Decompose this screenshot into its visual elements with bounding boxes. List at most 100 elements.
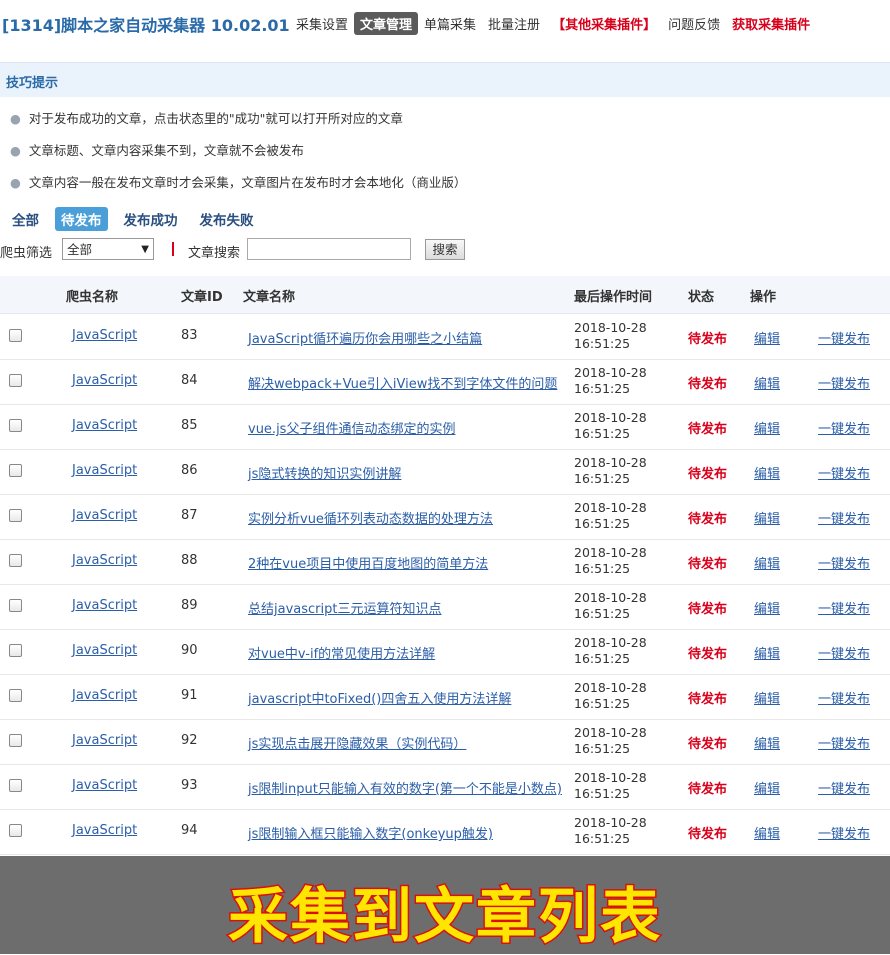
article-title-link[interactable]: 实例分析vue循环列表动态数据的处理方法	[248, 508, 493, 527]
table-row: JavaScript 92 js实现点击展开隐藏效果（实例代码） 2018-10…	[0, 719, 890, 765]
article-title-link[interactable]: js隐式转换的知识实例讲解	[248, 463, 401, 482]
status-badge: 待发布	[688, 737, 728, 752]
spider-link[interactable]: JavaScript	[72, 823, 137, 838]
nav-item-feedback[interactable]: 问题反馈	[662, 12, 726, 35]
publish-link[interactable]: 一键发布	[818, 463, 870, 482]
article-title-link[interactable]: 对vue中v-if的常见使用方法详解	[248, 643, 435, 662]
last-op-time: 2018-10-28 16:51:25	[574, 815, 647, 846]
table-row: JavaScript 88 2种在vue项目中使用百度地图的简单方法 2018-…	[0, 539, 890, 585]
col-status: 状态	[688, 290, 715, 305]
article-title-link[interactable]: js限制输入框只能输入数字(onkeyup触发)	[248, 823, 493, 842]
edit-link[interactable]: 编辑	[754, 688, 780, 707]
nav-item-single-collect[interactable]: 单篇采集	[418, 12, 482, 35]
row-checkbox[interactable]	[9, 419, 22, 432]
spider-link[interactable]: JavaScript	[72, 598, 137, 613]
publish-link[interactable]: 一键发布	[818, 598, 870, 617]
edit-link[interactable]: 编辑	[754, 373, 780, 392]
edit-link[interactable]: 编辑	[754, 598, 780, 617]
publish-link[interactable]: 一键发布	[818, 373, 870, 392]
bullet-icon: ●	[10, 111, 21, 126]
spider-link[interactable]: JavaScript	[72, 688, 137, 703]
article-title-link[interactable]: js限制input只能输入有效的数字(第一个不能是小数点)	[248, 778, 562, 797]
spider-link[interactable]: JavaScript	[72, 373, 137, 388]
nav-item-article-manage[interactable]: 文章管理	[354, 11, 419, 35]
publish-link[interactable]: 一键发布	[818, 823, 870, 842]
spider-link[interactable]: JavaScript	[72, 553, 137, 568]
publish-link[interactable]: 一键发布	[818, 688, 870, 707]
row-checkbox[interactable]	[9, 779, 22, 792]
table-row: JavaScript 90 对vue中v-if的常见使用方法详解 2018-10…	[0, 629, 890, 675]
last-op-time: 2018-10-28 16:51:25	[574, 455, 647, 486]
last-op-time: 2018-10-28 16:51:25	[574, 500, 647, 531]
row-checkbox[interactable]	[9, 734, 22, 747]
app-header: [1314]脚本之家自动采集器 10.02.01 采集设置 文章管理 单篇采集 …	[0, 0, 890, 44]
publish-link[interactable]: 一键发布	[818, 643, 870, 662]
publish-link[interactable]: 一键发布	[818, 418, 870, 437]
publish-link[interactable]: 一键发布	[818, 508, 870, 527]
nav-item-get-plugins[interactable]: 获取采集插件	[726, 12, 816, 35]
edit-link[interactable]: 编辑	[754, 508, 780, 527]
article-title-link[interactable]: js实现点击展开隐藏效果（实例代码）	[248, 733, 466, 752]
tab-all[interactable]: 全部	[6, 207, 45, 231]
article-title-link[interactable]: 2种在vue项目中使用百度地图的简单方法	[248, 553, 488, 572]
spider-link[interactable]: JavaScript	[72, 643, 137, 658]
table-row: JavaScript 89 总结javascript三元运算符知识点 2018-…	[0, 584, 890, 630]
edit-link[interactable]: 编辑	[754, 418, 780, 437]
spider-filter-select[interactable]: 全部 ▼	[62, 238, 154, 260]
article-title-link[interactable]: JavaScript循环遍历你会用哪些之小结篇	[248, 328, 482, 347]
spider-link[interactable]: JavaScript	[72, 463, 137, 478]
row-checkbox[interactable]	[9, 554, 22, 567]
row-checkbox[interactable]	[9, 374, 22, 387]
publish-link[interactable]: 一键发布	[818, 733, 870, 752]
spider-link[interactable]: JavaScript	[72, 508, 137, 523]
article-search-input[interactable]	[247, 238, 411, 260]
article-title-link[interactable]: javascript中toFixed()四舍五入使用方法详解	[248, 688, 511, 707]
row-checkbox[interactable]	[9, 689, 22, 702]
table-row: JavaScript 84 解决webpack+Vue引入iView找不到字体文…	[0, 359, 890, 405]
article-title-link[interactable]: 总结javascript三元运算符知识点	[248, 598, 441, 617]
row-checkbox[interactable]	[9, 599, 22, 612]
edit-link[interactable]: 编辑	[754, 643, 780, 662]
edit-link[interactable]: 编辑	[754, 778, 780, 797]
spider-link[interactable]: JavaScript	[72, 418, 137, 433]
row-checkbox[interactable]	[9, 464, 22, 477]
search-button[interactable]: 搜索	[425, 239, 465, 260]
spider-link[interactable]: JavaScript	[72, 328, 137, 343]
row-checkbox[interactable]	[9, 824, 22, 837]
col-actions: 操作	[750, 290, 777, 305]
status-badge: 待发布	[688, 467, 728, 482]
edit-link[interactable]: 编辑	[754, 733, 780, 752]
publish-link[interactable]: 一键发布	[818, 553, 870, 572]
article-id: 84	[181, 373, 198, 388]
caption-banner: 采集到文章列表	[0, 856, 890, 954]
spider-link[interactable]: JavaScript	[72, 733, 137, 748]
nav-item-other-plugins[interactable]: 【其他采集插件】	[546, 12, 662, 35]
row-checkbox[interactable]	[9, 644, 22, 657]
spider-link[interactable]: JavaScript	[72, 778, 137, 793]
table-row: JavaScript 86 js隐式转换的知识实例讲解 2018-10-28 1…	[0, 449, 890, 495]
row-checkbox[interactable]	[9, 509, 22, 522]
table-row: JavaScript 83 JavaScript循环遍历你会用哪些之小结篇 20…	[0, 314, 890, 360]
nav-item-batch-register[interactable]: 批量注册	[482, 12, 546, 35]
tab-success[interactable]: 发布成功	[118, 207, 184, 231]
tab-failed[interactable]: 发布失败	[194, 207, 260, 231]
nav-item-collect-settings[interactable]: 采集设置	[290, 12, 354, 35]
article-id: 83	[181, 328, 198, 343]
publish-link[interactable]: 一键发布	[818, 778, 870, 797]
last-op-time: 2018-10-28 16:51:25	[574, 320, 647, 351]
row-checkbox[interactable]	[9, 329, 22, 342]
tab-pending[interactable]: 待发布	[55, 207, 108, 231]
article-title-link[interactable]: vue.js父子组件通信动态绑定的实例	[248, 418, 455, 437]
edit-link[interactable]: 编辑	[754, 463, 780, 482]
edit-link[interactable]: 编辑	[754, 823, 780, 842]
edit-link[interactable]: 编辑	[754, 553, 780, 572]
article-id: 86	[181, 463, 198, 478]
article-title-link[interactable]: 解决webpack+Vue引入iView找不到字体文件的问题	[248, 373, 557, 392]
bullet-icon: ●	[10, 143, 21, 158]
last-op-time: 2018-10-28 16:51:25	[574, 590, 647, 621]
last-op-time: 2018-10-28 16:51:25	[574, 365, 647, 396]
edit-link[interactable]: 编辑	[754, 328, 780, 347]
caption-text: 采集到文章列表	[227, 881, 662, 954]
status-badge: 待发布	[688, 557, 728, 572]
publish-link[interactable]: 一键发布	[818, 328, 870, 347]
